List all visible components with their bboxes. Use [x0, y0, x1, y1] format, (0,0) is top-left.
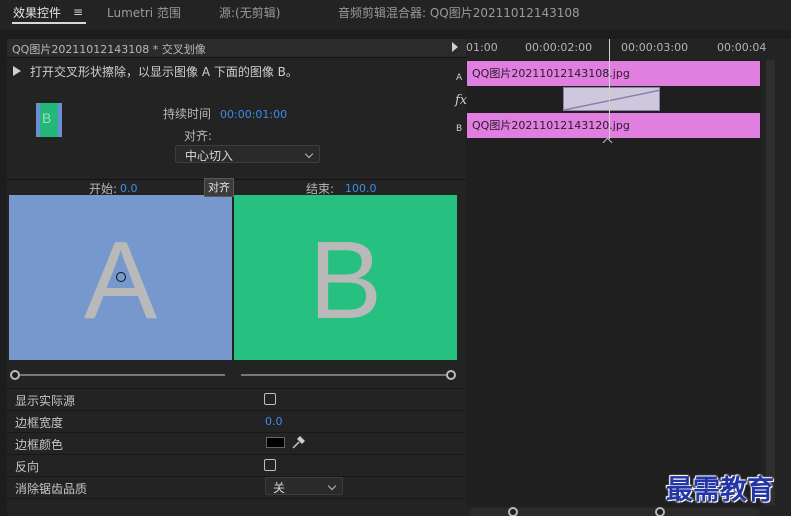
end-slider-track[interactable] [241, 374, 446, 376]
reverse-checkbox[interactable] [264, 459, 276, 471]
border-width-value[interactable]: 0.0 [265, 415, 283, 428]
alignment-dropdown[interactable]: 中心切入 [175, 145, 320, 163]
preview-b-letter: B [308, 219, 383, 342]
vertical-scrollbar[interactable] [766, 60, 775, 506]
anti-aliasing-dropdown[interactable]: 关 [265, 477, 343, 495]
scroll-handle-right[interactable] [655, 507, 665, 516]
scroll-handle-left[interactable] [508, 507, 518, 516]
anti-aliasing-selected: 关 [273, 481, 286, 495]
transition-description: 打开交叉形状擦除，以显示图像 A 下面的图像 B。 [13, 63, 298, 80]
panel-tab-bar: 效果控件 ≡ Lumetri 范围 源:(无剪辑) 音频剪辑混合器: QQ图片2… [0, 0, 791, 30]
duration-label: 持续时间 [163, 107, 212, 121]
tooltip: 对齐 [204, 178, 234, 197]
alignment-label: 对齐: [184, 129, 213, 143]
active-tab-indicator [12, 22, 86, 24]
transition-block[interactable] [563, 87, 660, 111]
prop-border-color: 边框颜色 [7, 432, 466, 454]
start-value[interactable]: 0.0 [120, 182, 138, 195]
start-slider-track[interactable] [20, 374, 225, 376]
prop-row-empty [7, 498, 466, 516]
tab-effect-controls[interactable]: 效果控件 [13, 4, 61, 21]
prop-border-width: 边框宽度 [7, 410, 466, 432]
preview-b[interactable]: B [234, 195, 457, 360]
track-b-label: B [456, 124, 463, 134]
transition-ramp-icon [564, 89, 659, 110]
border-color-label: 边框颜色 [15, 438, 64, 452]
clip-header: QQ图片20211012143108 * 交叉划像 [7, 39, 466, 58]
ruler-tick: 00:00:03:00 [621, 41, 689, 54]
clip-header-label: QQ图片20211012143108 * 交叉划像 [12, 43, 206, 56]
hamburger-menu-icon[interactable]: ≡ [73, 5, 83, 19]
start-slider-handle[interactable] [10, 370, 20, 380]
tab-source[interactable]: 源:(无剪辑) [219, 4, 280, 21]
eyedropper-icon[interactable] [291, 434, 305, 450]
show-actual-sources-checkbox[interactable] [264, 393, 276, 405]
ruler-tick: 00:00:04 [717, 41, 767, 54]
play-icon[interactable] [452, 42, 458, 52]
tab-audio-clip-mixer[interactable]: 音频剪辑混合器: QQ图片20211012143108 [338, 4, 580, 21]
clip-b[interactable]: QQ图片20211012143120.jpg [467, 113, 760, 138]
tab-lumetri-scopes[interactable]: Lumetri 范围 [107, 4, 181, 21]
show-actual-sources-label: 显示实际源 [15, 394, 76, 408]
thumbnail-letter: B [42, 110, 52, 126]
ruler-tick: 00:00:02:00 [525, 41, 593, 54]
alignment-selected: 中心切入 [185, 149, 234, 163]
transition-thumbnail: B [36, 103, 62, 137]
reverse-label: 反向 [15, 460, 40, 474]
prop-reverse: 反向 [7, 454, 466, 476]
description-text: 打开交叉形状擦除，以显示图像 A 下面的图像 B。 [30, 65, 298, 79]
clip-a[interactable]: QQ图片20211012143108.jpg [467, 61, 760, 86]
fx-badge: fx [455, 93, 468, 108]
duration-value[interactable]: 00:00:01:00 [220, 108, 287, 121]
prop-anti-aliasing: 消除锯齿品质 [7, 476, 466, 498]
anti-aliasing-label: 消除锯齿品质 [15, 482, 88, 496]
border-color-swatch[interactable] [266, 437, 285, 448]
track-a-label: A [456, 73, 463, 83]
watermark-logo: 最需教育 [666, 475, 774, 506]
prop-show-actual-sources: 显示实际源 [7, 388, 466, 410]
play-preview-icon[interactable] [13, 66, 21, 76]
border-width-label: 边框宽度 [15, 416, 64, 430]
end-value[interactable]: 100.0 [345, 182, 377, 195]
playhead[interactable] [609, 39, 610, 139]
chevron-down-icon [327, 481, 337, 491]
end-slider-handle[interactable] [446, 370, 456, 380]
mouse-cursor-icon [116, 272, 126, 282]
chevron-down-icon [304, 149, 314, 159]
time-ruler[interactable]: 01:00 00:00:02:00 00:00:03:00 00:00:04 [466, 39, 791, 61]
ruler-tick: 01:00 [466, 41, 498, 54]
divider [7, 179, 466, 180]
